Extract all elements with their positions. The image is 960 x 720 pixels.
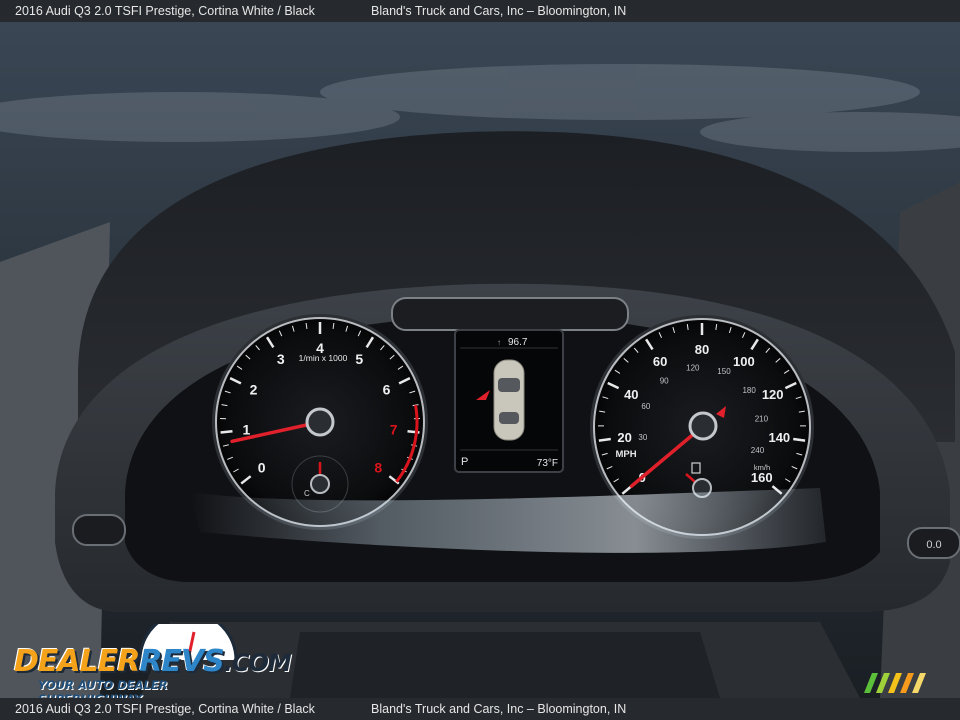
indicator-strip [391,297,629,331]
dealerrevs-watermark: DEALERREVS.COM YOUR AUTO DEALER SUPERHIG… [12,624,292,706]
speed-hub [688,411,718,441]
mph-tick-label: 60 [653,354,667,369]
trip-reset-button[interactable] [72,514,126,546]
tach-tick-label: 1 [243,422,251,438]
tach-tick-label: 2 [250,382,258,398]
kmh-tick-label: 60 [641,402,650,411]
kmh-tick-label: 240 [751,446,765,455]
odometer-icon: ↑ [497,338,501,347]
kmh-unit-label: km/h [754,463,770,472]
mph-tick-label: 140 [768,430,790,445]
watermark-brand: DEALERREVS.COM [14,644,292,679]
kmh-tick-label: 90 [660,376,669,385]
listing-title: 2016 Audi Q3 2.0 TSFI Prestige, Cortina … [15,4,315,18]
tach-unit-label: 1/min x 1000 [299,353,348,363]
odometer-value: 96.7 [508,337,528,348]
tach-tick-label: 3 [277,351,285,367]
vehicle-top-view-icon [493,359,525,441]
tach-tick [220,429,233,434]
odometer-reset-button[interactable]: 0.0 [907,527,960,559]
coolant-cold-label: C [304,489,310,498]
mph-tick-label: 100 [733,354,755,369]
kmh-tick-label: 180 [742,386,756,395]
gear-indicator: P [461,456,468,468]
outside-temperature: 73°F [537,458,558,469]
driver-info-display: ↑ 96.7 P 73°F [454,329,564,473]
mph-unit-label: MPH [615,449,636,460]
dashboard-photo: 0.0 012345678 1/min x 1000 C 02040608010… [0,22,960,698]
tach-tick-label: 6 [383,382,391,398]
tach-hub [305,407,335,437]
dealer-name: Bland's Truck and Cars, Inc – Bloomingto… [371,4,627,18]
bottom-caption-bar: 2016 Audi Q3 2.0 TSFI Prestige, Cortina … [0,698,960,720]
kmh-tick-label: 210 [755,415,769,424]
tach-tick-label: 0 [258,460,266,476]
mph-tick-label: 40 [624,387,638,402]
listing-title-bottom: 2016 Audi Q3 2.0 TSFI Prestige, Cortina … [15,702,315,716]
mph-tick-label: 80 [695,342,709,357]
mph-tick-label: 20 [617,430,631,445]
top-caption-bar: 2016 Audi Q3 2.0 TSFI Prestige, Cortina … [0,0,960,22]
reset-button-label: 0.0 [926,539,941,551]
speed-tick [598,437,611,442]
mph-tick-label: 120 [762,387,784,402]
tach-tick-label: 8 [374,460,382,476]
kmh-tick-label: 120 [686,364,700,373]
stripes-logo-icon [864,673,926,693]
kmh-tick-label: 150 [717,367,731,376]
tach-tick-label: 7 [390,422,398,438]
kmh-tick-label: 30 [638,433,647,442]
tach-tick-label: 5 [355,351,363,367]
speed-tick [793,437,806,442]
mph-tick-label: 160 [751,470,773,485]
dealer-name-bottom: Bland's Truck and Cars, Inc – Bloomingto… [371,702,627,716]
